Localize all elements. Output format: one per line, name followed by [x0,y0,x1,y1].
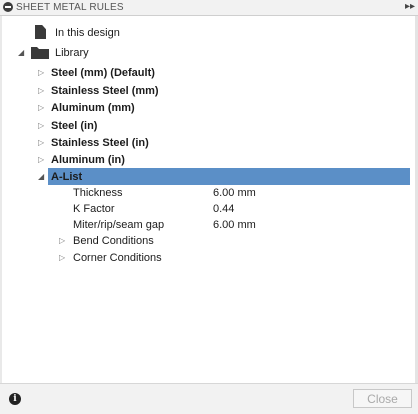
panel-title: SHEET METAL RULES [16,2,124,13]
tree-item-library[interactable]: Library [55,45,89,61]
caret-right-icon[interactable]: ▷ [38,83,44,99]
info-icon[interactable]: i [9,393,21,405]
property-label: K Factor [73,203,115,215]
caret-down-icon[interactable]: ◢ [38,169,44,185]
caret-down-icon[interactable]: ◢ [18,45,24,61]
panel-titlebar: SHEET METAL RULES ▸▸ [0,0,418,16]
caret-right-icon[interactable]: ▷ [59,233,65,249]
subgroup-corner-conditions[interactable]: Corner Conditions [73,250,162,266]
property-value[interactable]: 6.00 mm [213,217,256,233]
double-chevron-right-icon[interactable]: ▸▸ [405,1,415,12]
collapse-icon[interactable] [3,2,13,12]
rule-item[interactable]: Stainless Steel (in) [51,135,149,151]
property-value[interactable]: 6.00 mm [213,185,256,201]
selected-row-highlight[interactable] [48,168,410,185]
caret-right-icon[interactable]: ▷ [38,135,44,151]
caret-right-icon[interactable]: ▷ [59,250,65,266]
caret-right-icon[interactable]: ▷ [38,118,44,134]
subgroup-bend-conditions[interactable]: Bend Conditions [73,233,154,249]
left-border [0,16,2,398]
folder-icon [31,47,49,59]
property-label: Thickness [73,187,123,199]
caret-right-icon[interactable]: ▷ [38,100,44,116]
caret-right-icon[interactable]: ▷ [38,65,44,81]
rule-item[interactable]: Stainless Steel (mm) [51,83,159,99]
property-label: Miter/rip/seam gap [73,219,165,231]
document-icon [35,25,46,39]
rule-item[interactable]: Steel (in) [51,118,97,134]
close-button[interactable]: Close [353,389,412,408]
rule-item[interactable]: Aluminum (mm) [51,100,135,116]
rule-item-selected[interactable]: A-List [51,169,82,185]
property-value[interactable]: 0.44 [213,201,234,217]
tree-item-in-this-design[interactable]: In this design [55,25,120,41]
caret-right-icon[interactable]: ▷ [38,152,44,168]
rule-item[interactable]: Aluminum (in) [51,152,125,168]
rule-item[interactable]: Steel (mm) (Default) [51,65,155,81]
panel-footer: i Close [0,383,418,414]
